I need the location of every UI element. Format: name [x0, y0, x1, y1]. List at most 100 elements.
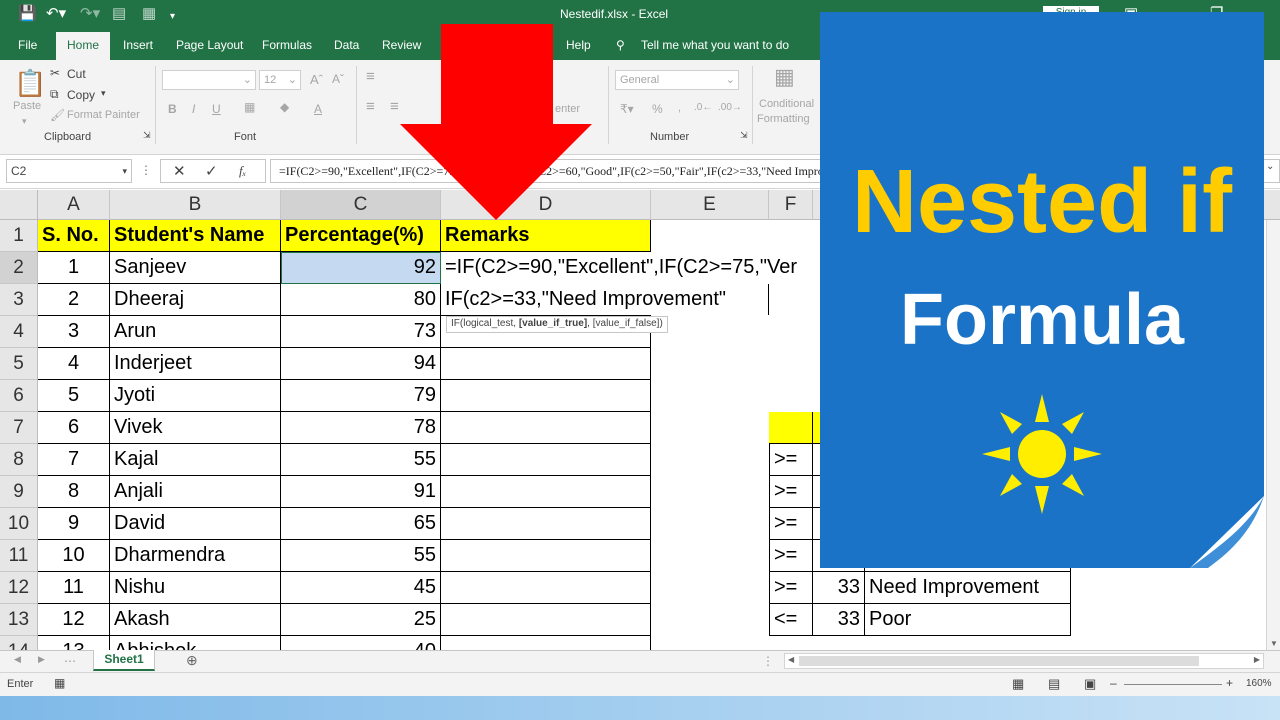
scroll-left-icon[interactable]: ◀ — [14, 654, 21, 665]
row-header[interactable]: 3 — [0, 284, 38, 316]
cell-student-name[interactable]: Anjali — [110, 476, 281, 508]
cell-student-name[interactable]: Nishu — [110, 572, 281, 604]
scroll-right-icon[interactable]: ▶ — [1254, 655, 1260, 664]
undo-icon[interactable]: ↶▾ — [46, 6, 66, 22]
zoom-in-icon[interactable]: + — [1226, 676, 1233, 690]
borders-icon[interactable]: ▦ — [244, 100, 255, 114]
currency-icon[interactable]: ₹▾ — [620, 102, 634, 116]
criteria-operator[interactable]: >= — [769, 476, 813, 508]
cell-edit-line-2[interactable]: IF(c2>=33,"Need Improvement" — [441, 284, 769, 315]
cell-sno[interactable]: 2 — [38, 284, 110, 316]
underline-icon[interactable]: U — [212, 102, 221, 116]
zoom-level[interactable]: 160% — [1246, 678, 1272, 689]
enter-check-icon[interactable]: ✓ — [205, 162, 218, 180]
header-remarks[interactable]: Remarks — [441, 220, 651, 252]
cell-sno[interactable]: 3 — [38, 316, 110, 348]
row-header[interactable]: 14 — [0, 636, 38, 650]
macro-record-icon[interactable]: ▦ — [54, 676, 65, 690]
cell-percentage[interactable]: 65 — [281, 508, 441, 540]
row-header[interactable]: 4 — [0, 316, 38, 348]
clipboard-launcher-icon[interactable]: ⇲ — [143, 130, 151, 141]
conditional-formatting-icon[interactable]: ▦ — [774, 64, 795, 90]
row-header[interactable]: 6 — [0, 380, 38, 412]
scissors-icon[interactable]: ✂ — [50, 66, 60, 80]
header-student-name[interactable]: Student's Name — [110, 220, 281, 252]
tab-insert[interactable]: Insert — [123, 38, 153, 52]
bold-icon[interactable]: B — [168, 102, 177, 116]
cell-remarks[interactable] — [441, 604, 651, 636]
cell-percentage[interactable]: 45 — [281, 572, 441, 604]
format-painter-button[interactable]: Format Painter — [67, 109, 140, 121]
criteria-value[interactable]: 33 — [813, 604, 865, 636]
cell-percentage[interactable]: 25 — [281, 604, 441, 636]
horizontal-scrollbar[interactable]: ◀ ▶ — [784, 653, 1264, 669]
row-header[interactable]: 7 — [0, 412, 38, 444]
italic-icon[interactable]: I — [192, 102, 195, 116]
scroll-thumb[interactable] — [799, 656, 1199, 666]
cell-remarks[interactable] — [441, 476, 651, 508]
expand-formula-icon[interactable]: ⌄ — [1266, 161, 1274, 172]
top-align-icon[interactable]: ≡ — [366, 68, 375, 85]
new-sheet-icon[interactable]: ⊕ — [186, 652, 198, 669]
font-size-dropdown[interactable]: 12 ⌄ — [259, 70, 301, 90]
row-header[interactable]: 11 — [0, 540, 38, 572]
row-header[interactable]: 2 — [0, 252, 38, 284]
cell-remarks[interactable] — [441, 636, 651, 650]
page-layout-view-icon[interactable]: ▤ — [1048, 676, 1060, 692]
criteria-operator[interactable]: >= — [769, 508, 813, 540]
tell-me-search[interactable]: Tell me what you want to do — [641, 38, 789, 52]
row-header[interactable]: 12 — [0, 572, 38, 604]
tab-file[interactable]: File — [18, 38, 37, 52]
cell-student-name[interactable]: Dheeraj — [110, 284, 281, 316]
number-format-dropdown[interactable]: General ⌄ — [615, 70, 739, 90]
cell-sno[interactable]: 8 — [38, 476, 110, 508]
zoom-out-icon[interactable]: – — [1110, 676, 1117, 690]
copy-dropdown-icon[interactable]: ▾ — [101, 88, 106, 99]
cell-student-name[interactable]: Vivek — [110, 412, 281, 444]
cell-remarks[interactable] — [441, 572, 651, 604]
cell-edit-line-1[interactable]: =IF(C2>=90,"Excellent",IF(C2>=75,"Ver — [441, 252, 821, 284]
page-break-view-icon[interactable]: ▣ — [1084, 676, 1096, 692]
cell-student-name[interactable]: Arun — [110, 316, 281, 348]
paste-button[interactable]: Paste — [13, 100, 41, 112]
zoom-slider[interactable] — [1124, 684, 1222, 685]
splitter-icon[interactable]: ⋮ — [762, 654, 774, 668]
cell-remarks[interactable] — [441, 540, 651, 572]
row-header[interactable]: 10 — [0, 508, 38, 540]
cell-sno[interactable]: 1 — [38, 252, 110, 284]
tab-data[interactable]: Data — [334, 38, 359, 52]
cell-percentage[interactable]: 40 — [281, 636, 441, 650]
cell-percentage[interactable]: 78 — [281, 412, 441, 444]
form-icon[interactable]: ▤ — [112, 6, 126, 22]
cell-sno[interactable]: 4 — [38, 348, 110, 380]
criteria-value[interactable]: 33 — [813, 572, 865, 604]
column-header-a[interactable]: A — [38, 190, 110, 220]
name-box[interactable]: C2 ▾ — [6, 159, 132, 183]
customize-qat-icon[interactable]: ▾ — [170, 9, 175, 25]
cell-percentage[interactable]: 92 — [281, 252, 441, 284]
paste-icon[interactable]: 📋 — [14, 68, 46, 99]
cell-sno[interactable]: 13 — [38, 636, 110, 650]
percent-icon[interactable]: % — [652, 102, 663, 116]
cell-student-name[interactable]: Akash — [110, 604, 281, 636]
header-sno[interactable]: S. No. — [38, 220, 110, 252]
cell-sno[interactable]: 11 — [38, 572, 110, 604]
paste-dropdown-icon[interactable]: ▾ — [22, 116, 27, 127]
criteria-operator[interactable]: >= — [769, 540, 813, 572]
cell-student-name[interactable]: Jyoti — [110, 380, 281, 412]
cell-student-name[interactable]: Kajal — [110, 444, 281, 476]
scroll-right-icon[interactable]: ▶ — [38, 654, 45, 665]
redo-icon[interactable]: ↷▾ — [80, 6, 100, 22]
cell-remarks[interactable] — [441, 348, 651, 380]
cell-percentage[interactable]: 94 — [281, 348, 441, 380]
increase-decimal-icon[interactable]: .0← — [694, 102, 712, 113]
conditional-formatting-button[interactable]: Conditional — [759, 98, 814, 110]
criteria-operator[interactable]: >= — [769, 444, 813, 476]
brush-icon[interactable]: 🖌 — [50, 108, 65, 122]
cell-sno[interactable]: 12 — [38, 604, 110, 636]
row-header[interactable]: 5 — [0, 348, 38, 380]
row-header[interactable]: 1 — [0, 220, 38, 252]
save-icon[interactable]: 💾 — [18, 6, 37, 22]
scroll-down-icon[interactable]: ▼ — [1270, 639, 1278, 648]
shrink-font-icon[interactable]: Aˇ — [332, 72, 344, 86]
